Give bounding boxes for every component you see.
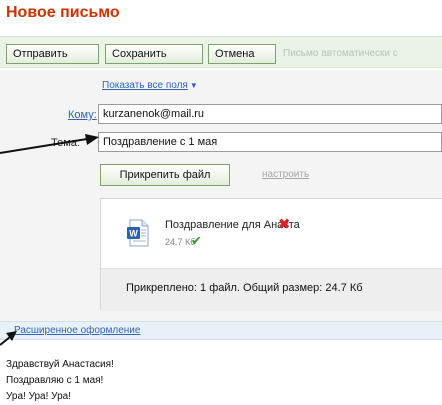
- rich-formatting-link[interactable]: Расширенное оформление: [14, 325, 140, 336]
- cancel-button[interactable]: Отмена: [208, 44, 276, 64]
- rich-formatting-bar: Расширенное оформление: [0, 321, 442, 340]
- word-document-icon: W: [126, 219, 150, 247]
- configure-link[interactable]: настроить: [262, 169, 309, 180]
- message-body[interactable]: Здравствуй Анастасия! Поздравляю с 1 мая…: [0, 341, 442, 405]
- auto-save-note: Письмо автоматически с: [283, 48, 398, 59]
- close-icon[interactable]: ✖: [278, 217, 291, 233]
- show-all-fields-link[interactable]: Показать все поля ▼: [102, 80, 198, 91]
- subject-label: Тема:: [51, 137, 80, 149]
- message-body-line: Здравствуй Анастасия!: [6, 359, 114, 370]
- attachments-summary: Прикреплено: 1 файл. Общий размер: 24.7 …: [126, 282, 363, 294]
- compose-toolbar: Отправить Сохранить Отмена Письмо автома…: [0, 36, 442, 68]
- check-icon: ✔: [191, 233, 202, 248]
- message-body-line: Поздравляю с 1 мая!: [6, 375, 104, 386]
- compose-form: Показать все поля ▼ Кому: kurzanenok@mail…: [0, 70, 442, 332]
- show-all-fields-label[interactable]: Показать все поля: [102, 80, 188, 91]
- subject-field[interactable]: Поздравление с 1 мая: [98, 132, 442, 152]
- page-title: Новое письмо: [6, 4, 120, 21]
- send-button[interactable]: Отправить: [6, 44, 99, 64]
- message-body-line: Ура! Ура! Ура!: [6, 391, 71, 402]
- compose-page: Новое письмо Отправить Сохранить Отмена …: [0, 0, 442, 405]
- attach-file-button[interactable]: Прикрепить файл: [100, 164, 230, 186]
- to-field[interactable]: kurzanenok@mail.ru: [98, 104, 442, 124]
- attachments-panel: W Поздравление для Анаста ✖ 24.7 Кб ✔ Пр…: [100, 198, 442, 311]
- attachments-summary-bar: Прикреплено: 1 файл. Общий размер: 24.7 …: [101, 268, 442, 311]
- to-label[interactable]: Кому:: [68, 109, 97, 121]
- chevron-down-icon: ▼: [189, 80, 198, 90]
- svg-text:W: W: [129, 229, 138, 239]
- save-button[interactable]: Сохранить: [105, 44, 203, 64]
